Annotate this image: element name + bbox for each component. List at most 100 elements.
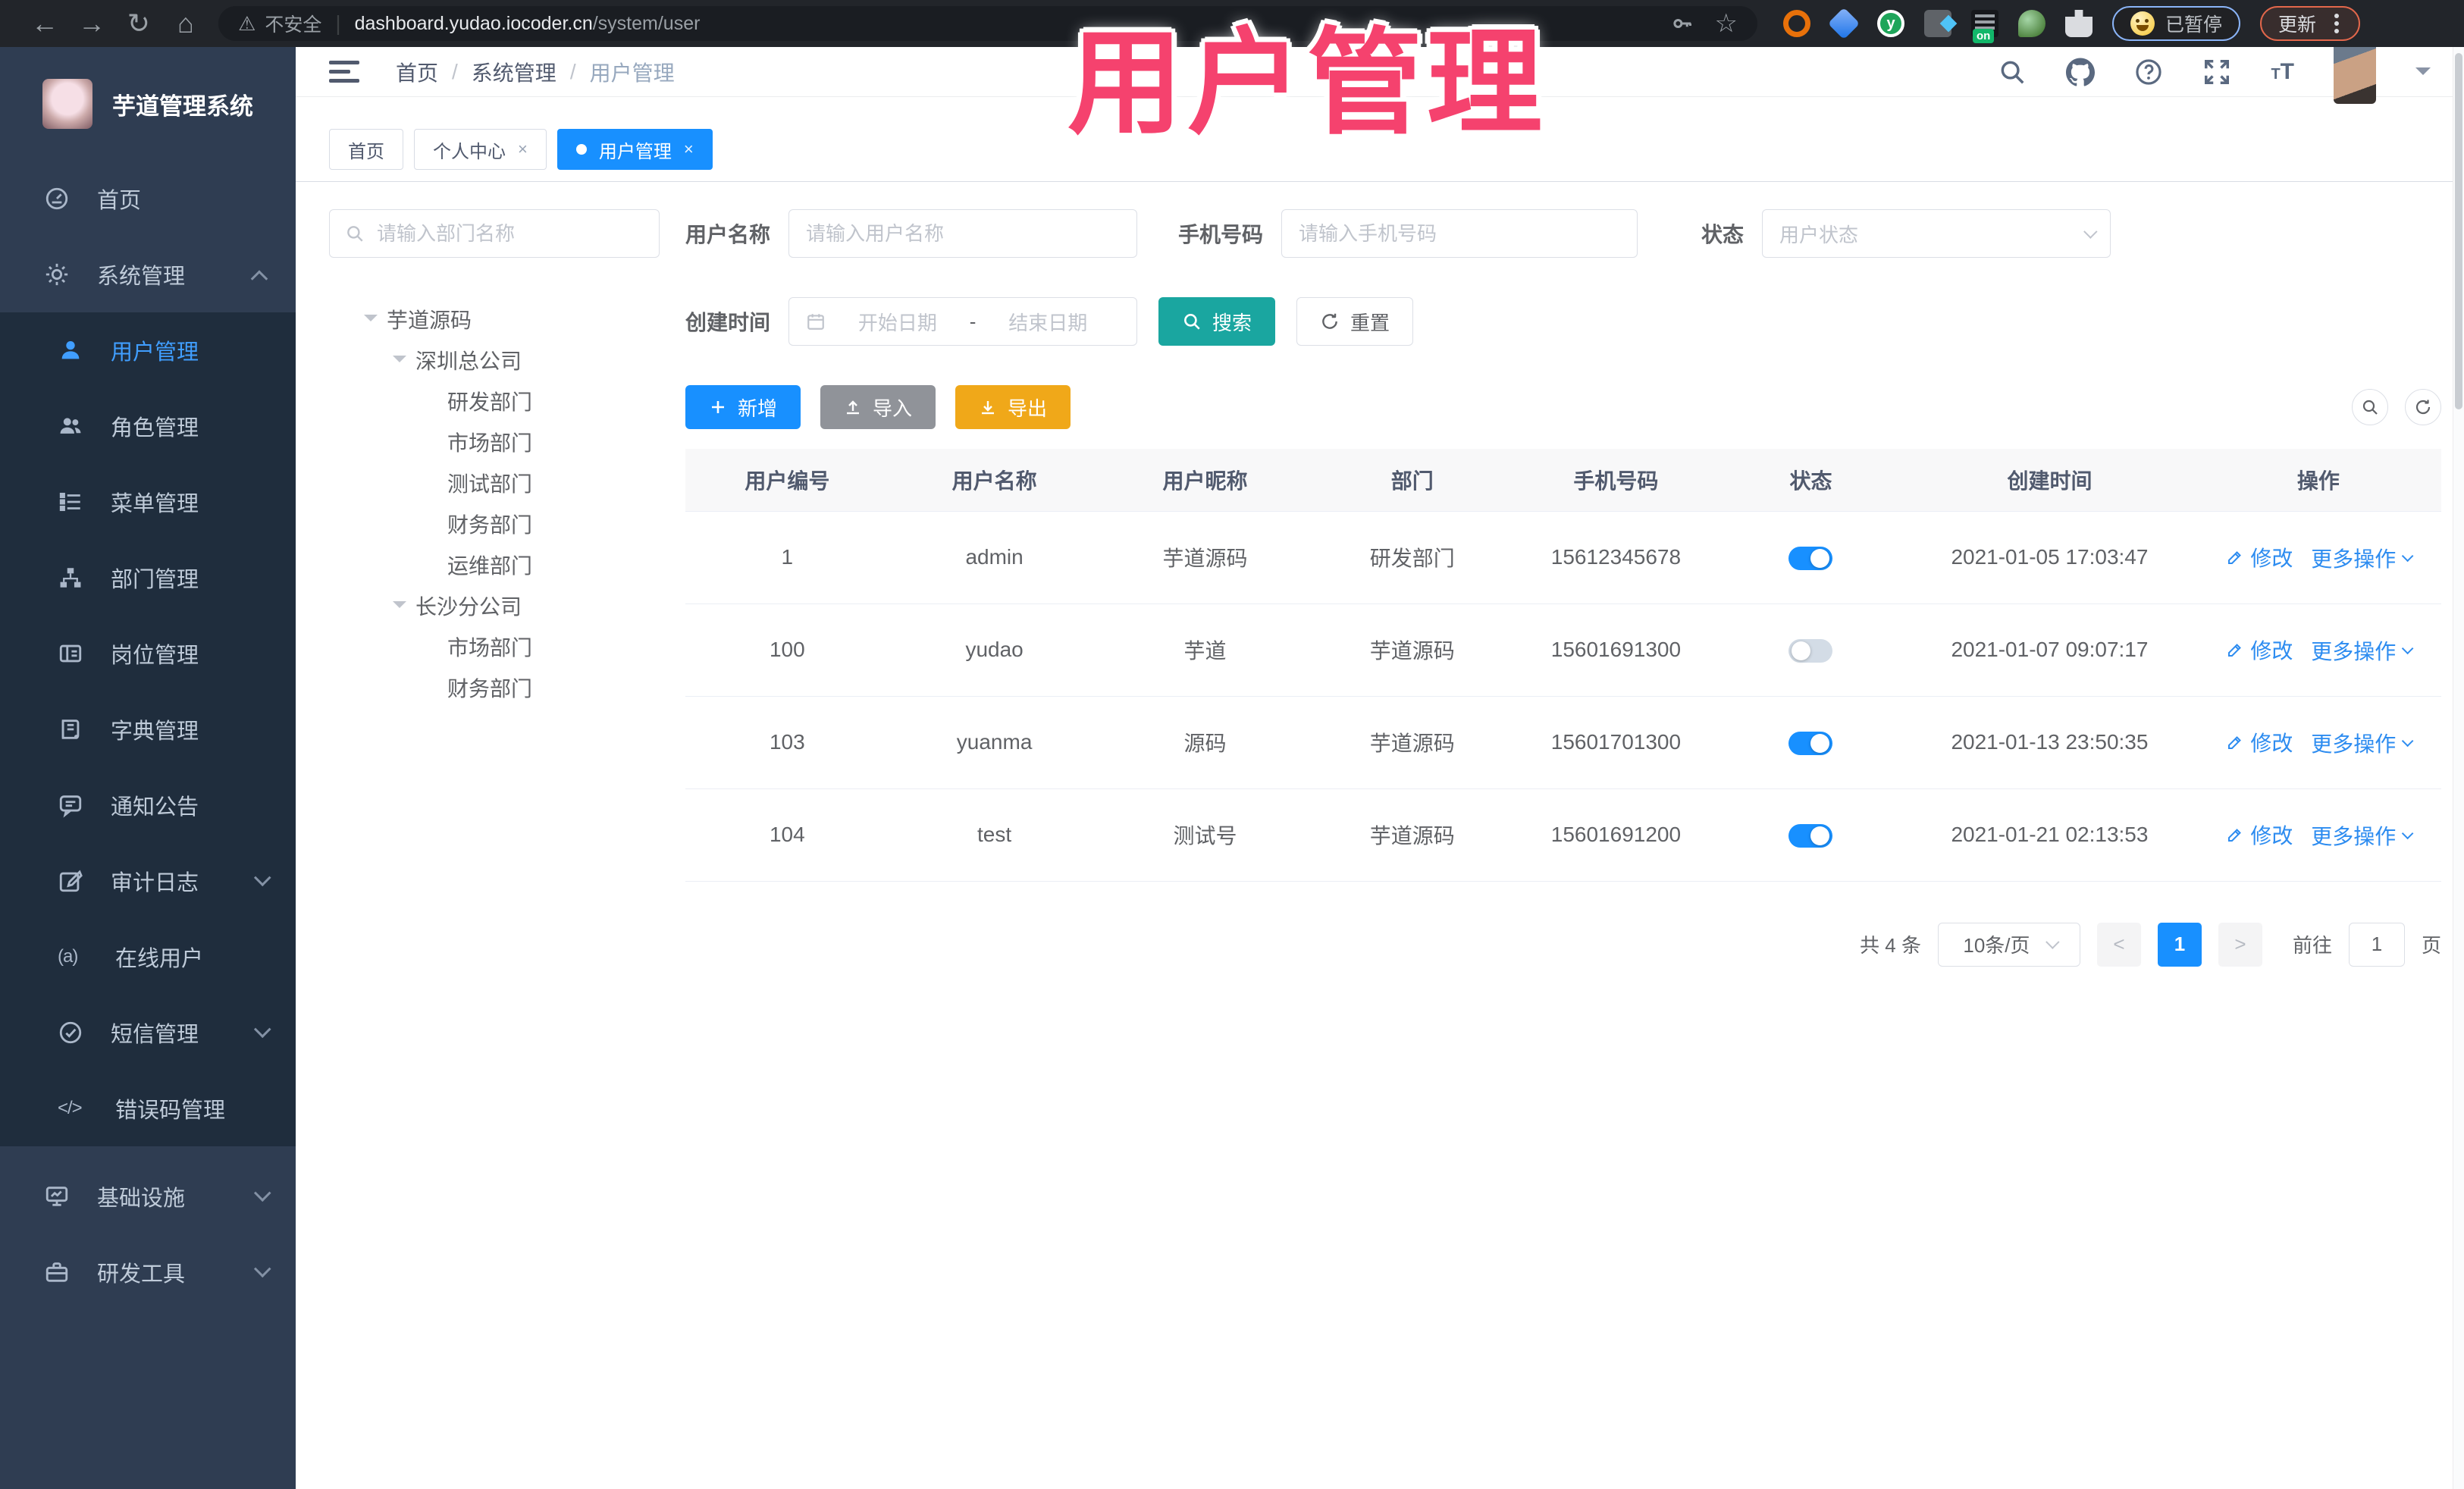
sidebar-item-home[interactable]: 首页 bbox=[0, 161, 296, 237]
tab-user-management[interactable]: 用户管理 × bbox=[556, 129, 713, 170]
page-size-select[interactable]: 10条/页 bbox=[1937, 922, 2080, 967]
sidebar-item-error-codes[interactable]: </> 错误码管理 bbox=[0, 1071, 296, 1146]
active-tab-dot bbox=[575, 144, 587, 155]
export-button[interactable]: 导出 bbox=[955, 385, 1071, 429]
extension-gem-icon[interactable] bbox=[1827, 7, 1861, 40]
page-scrollbar[interactable] bbox=[2453, 47, 2464, 1489]
user-avatar[interactable] bbox=[2334, 39, 2376, 104]
next-page-button[interactable]: > bbox=[2218, 922, 2262, 967]
edit-link[interactable]: 修改 bbox=[2226, 820, 2293, 850]
refresh-table-button[interactable] bbox=[2405, 389, 2441, 425]
address-divider: | bbox=[335, 11, 341, 35]
chevron-down-icon bbox=[253, 1184, 271, 1202]
tab-profile[interactable]: 个人中心 × bbox=[414, 129, 547, 170]
sidebar-item-depts[interactable]: 部门管理 bbox=[0, 540, 296, 616]
status-select[interactable]: 用户状态 bbox=[1762, 209, 2111, 258]
tree-node[interactable]: 深圳总公司 bbox=[329, 340, 660, 381]
add-button[interactable]: 新增 bbox=[685, 385, 801, 429]
github-icon[interactable] bbox=[2066, 57, 2096, 86]
status-toggle[interactable] bbox=[1788, 731, 1833, 755]
tree-node[interactable]: 市场部门 bbox=[329, 626, 660, 667]
edit-link[interactable]: 修改 bbox=[2226, 542, 2293, 572]
browser-menu-icon[interactable] bbox=[2334, 21, 2340, 26]
sidebar-item-dev-tools[interactable]: 研发工具 bbox=[0, 1234, 296, 1310]
help-icon[interactable] bbox=[2134, 58, 2163, 86]
extension-switch-icon[interactable]: on bbox=[1971, 10, 1998, 43]
sidebar-item-roles[interactable]: 角色管理 bbox=[0, 388, 296, 464]
more-actions-link[interactable]: 更多操作 bbox=[2311, 543, 2414, 573]
key-icon[interactable] bbox=[1671, 12, 1694, 35]
caret-down-icon[interactable] bbox=[393, 601, 406, 615]
close-icon[interactable]: × bbox=[684, 139, 694, 159]
avatar-caret-icon[interactable] bbox=[2415, 67, 2431, 83]
more-actions-link[interactable]: 更多操作 bbox=[2311, 635, 2414, 666]
status-toggle[interactable] bbox=[1788, 638, 1833, 663]
sidebar-item-audit-log[interactable]: 审计日志 bbox=[0, 843, 296, 919]
search-icon[interactable] bbox=[1998, 58, 2027, 86]
status-toggle[interactable] bbox=[1788, 823, 1833, 848]
profile-paused-pill[interactable]: 已暂停 bbox=[2112, 6, 2241, 41]
caret-down-icon[interactable] bbox=[393, 356, 406, 369]
prev-page-button[interactable]: < bbox=[2096, 922, 2141, 967]
sidebar-item-notice[interactable]: 通知公告 bbox=[0, 767, 296, 843]
status-toggle[interactable] bbox=[1788, 546, 1833, 570]
collapse-sidebar-icon[interactable] bbox=[329, 60, 359, 83]
breadcrumb-home[interactable]: 首页 bbox=[396, 57, 438, 87]
sidebar-item-menus[interactable]: 菜单管理 bbox=[0, 464, 296, 540]
tree-node[interactable]: 测试部门 bbox=[329, 462, 660, 503]
tree-node[interactable]: 运维部门 bbox=[329, 544, 660, 585]
sidebar-item-posts[interactable]: 岗位管理 bbox=[0, 616, 296, 691]
sidebar-item-online-users[interactable]: (a) 在线用户 bbox=[0, 919, 296, 995]
username-input[interactable] bbox=[806, 221, 1121, 246]
calendar-icon bbox=[807, 314, 824, 330]
more-actions-link[interactable]: 更多操作 bbox=[2311, 820, 2414, 851]
bookmark-star-icon[interactable]: ☆ bbox=[1715, 8, 1738, 39]
extension-orange-icon[interactable] bbox=[1783, 10, 1810, 37]
address-bar[interactable]: ⚠ 不安全 | dashboard.yudao.iocoder.cn/syste… bbox=[218, 6, 1757, 41]
page-1-button[interactable]: 1 bbox=[2157, 922, 2202, 967]
edit-link[interactable]: 修改 bbox=[2226, 635, 2293, 665]
browser-update-button[interactable]: 更新 bbox=[2260, 6, 2361, 41]
sidebar-logo[interactable]: 芋道管理系统 bbox=[0, 47, 296, 161]
fullscreen-icon[interactable] bbox=[2202, 58, 2231, 86]
scrollbar-thumb[interactable] bbox=[2455, 53, 2462, 409]
tree-node[interactable]: 长沙分公司 bbox=[329, 585, 660, 626]
reload-icon[interactable]: ↻ bbox=[115, 8, 162, 39]
close-icon[interactable]: × bbox=[518, 139, 528, 159]
tree-node[interactable]: 财务部门 bbox=[329, 667, 660, 708]
search-button[interactable]: 搜索 bbox=[1158, 297, 1276, 346]
mobile-input[interactable] bbox=[1299, 221, 1621, 246]
sidebar-item-dict[interactable]: 字典管理 bbox=[0, 691, 296, 767]
sidebar-item-infra[interactable]: 基础设施 bbox=[0, 1158, 296, 1234]
toggle-search-button[interactable] bbox=[2352, 389, 2388, 425]
tree-node[interactable]: 芋道源码 bbox=[329, 299, 660, 340]
sidebar-item-sms[interactable]: 短信管理 bbox=[0, 995, 296, 1071]
search-icon bbox=[2362, 400, 2378, 415]
import-button[interactable]: 导入 bbox=[820, 385, 936, 429]
tree-node[interactable]: 市场部门 bbox=[329, 422, 660, 462]
tree-node[interactable]: 研发部门 bbox=[329, 381, 660, 422]
more-actions-link[interactable]: 更多操作 bbox=[2311, 728, 2414, 758]
sidebar-item-label: 通知公告 bbox=[111, 795, 199, 820]
search-icon bbox=[347, 226, 363, 242]
extension-sprout-icon[interactable] bbox=[2018, 10, 2045, 37]
forward-icon[interactable]: → bbox=[68, 8, 115, 39]
sidebar-item-users[interactable]: 用户管理 bbox=[0, 312, 296, 388]
extensions-puzzle-icon[interactable] bbox=[2065, 10, 2093, 37]
dept-search-input[interactable] bbox=[377, 221, 644, 246]
breadcrumb-system[interactable]: 系统管理 bbox=[472, 57, 556, 87]
edit-link[interactable]: 修改 bbox=[2226, 727, 2293, 757]
extension-grid-icon[interactable] bbox=[1924, 10, 1951, 37]
back-icon[interactable]: ← bbox=[21, 8, 68, 39]
caret-down-icon[interactable] bbox=[364, 315, 378, 328]
sidebar-item-system[interactable]: 系统管理 bbox=[0, 237, 296, 312]
font-size-icon[interactable]: TT bbox=[2271, 59, 2294, 85]
date-range-field[interactable]: 开始日期 - 结束日期 bbox=[788, 297, 1138, 346]
tab-home[interactable]: 首页 bbox=[329, 129, 403, 170]
extension-green-icon[interactable]: y bbox=[1877, 10, 1904, 37]
reset-button[interactable]: 重置 bbox=[1296, 297, 1414, 346]
home-icon[interactable]: ⌂ bbox=[162, 8, 209, 39]
tree-node[interactable]: 财务部门 bbox=[329, 503, 660, 544]
refresh-icon bbox=[2415, 400, 2431, 415]
goto-page-input[interactable] bbox=[2348, 922, 2405, 967]
